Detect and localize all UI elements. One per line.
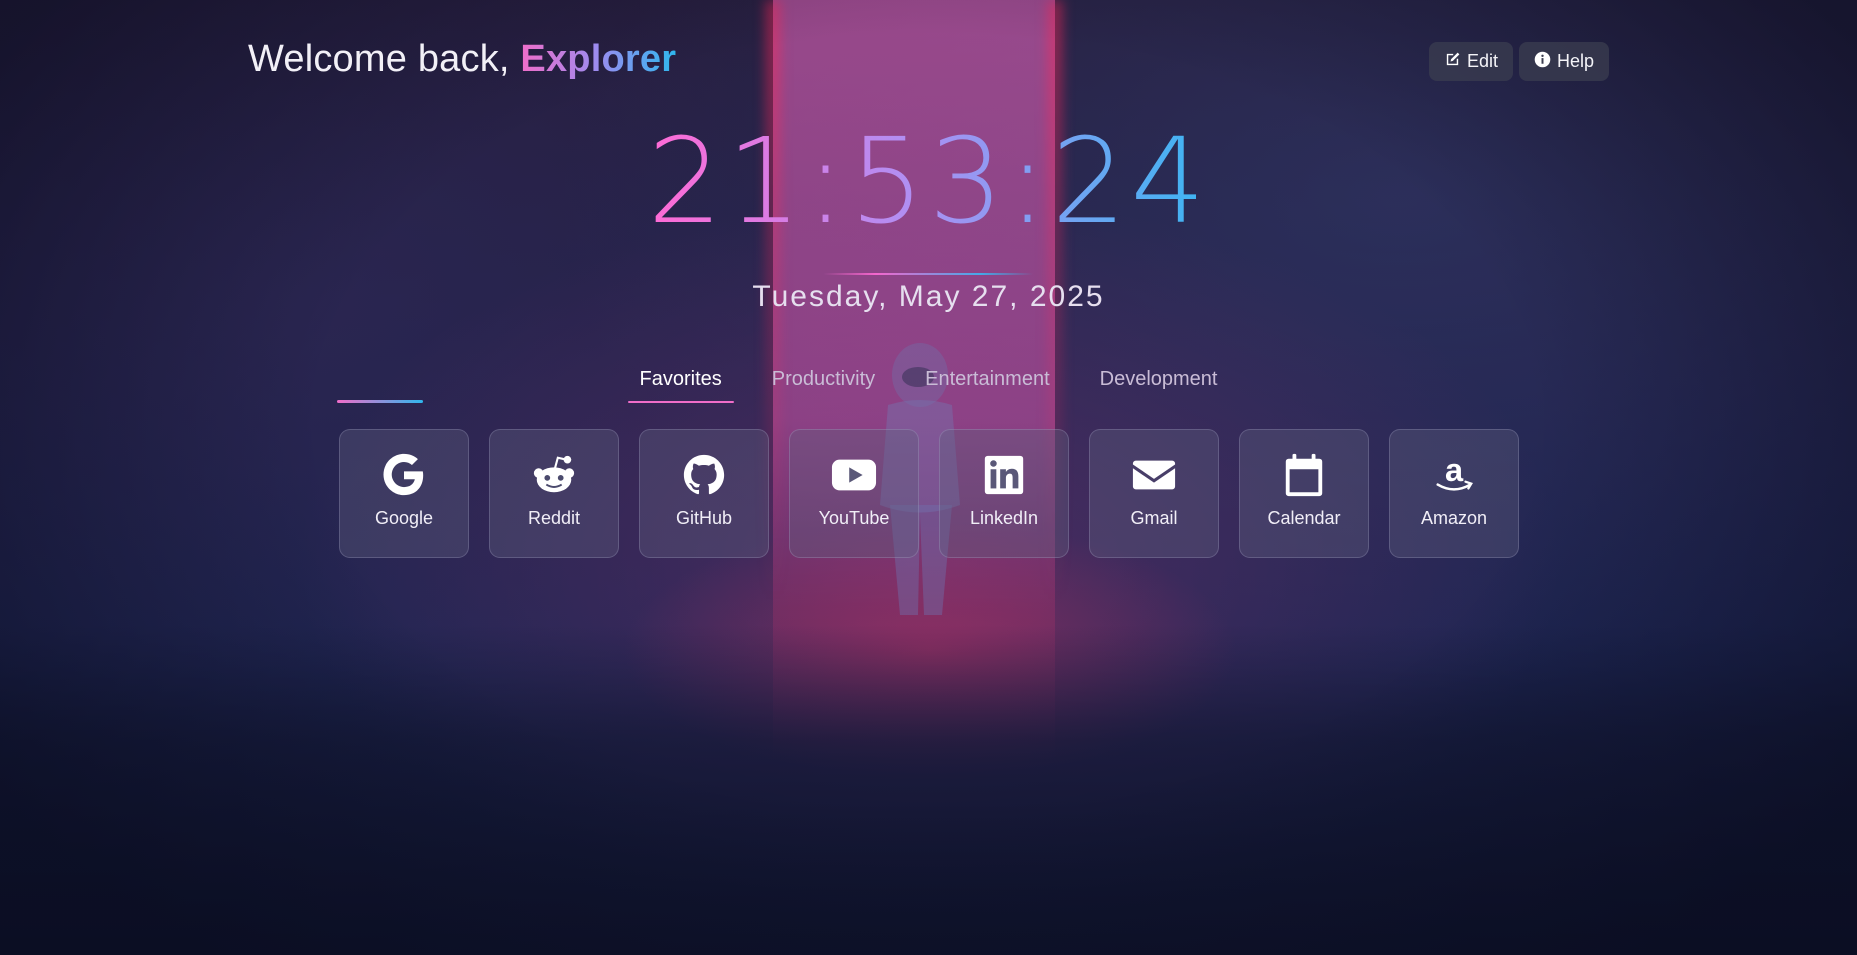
- greeting-prefix: Welcome back,: [248, 38, 521, 80]
- linkedin-icon: [981, 452, 1027, 498]
- shortcut-linkedin[interactable]: LinkedIn: [939, 429, 1069, 558]
- shortcut-amazon[interactable]: a Amazon: [1389, 429, 1519, 558]
- shortcut-label: Reddit: [527, 508, 581, 528]
- envelope-icon: [1131, 452, 1177, 498]
- tab-productivity[interactable]: Productivity: [760, 364, 887, 403]
- shortcut-calendar[interactable]: Calendar: [1239, 429, 1369, 558]
- clock-divider: [823, 273, 1033, 275]
- amazon-icon: a: [1431, 452, 1477, 498]
- info-icon: [1534, 51, 1551, 73]
- reddit-icon: [531, 452, 577, 498]
- shortcut-label: YouTube: [818, 508, 890, 528]
- svg-text:a: a: [1445, 452, 1464, 488]
- shortcut-youtube[interactable]: YouTube: [789, 429, 919, 558]
- shortcut-reddit[interactable]: Reddit: [489, 429, 619, 558]
- shortcut-label: Google: [374, 508, 434, 528]
- tab-development[interactable]: Development: [1088, 364, 1230, 403]
- current-date: Tuesday, May 27, 2025: [752, 280, 1105, 313]
- user-name: Explorer: [520, 38, 677, 80]
- tab-entertainment[interactable]: Entertainment: [913, 364, 1062, 403]
- shortcut-google[interactable]: Google: [339, 429, 469, 558]
- github-icon: [681, 452, 727, 498]
- youtube-icon: [831, 452, 877, 498]
- edit-button[interactable]: Edit: [1428, 42, 1513, 81]
- edit-icon: [1444, 51, 1461, 73]
- shortcut-label: Gmail: [1130, 508, 1178, 528]
- help-label: Help: [1556, 51, 1594, 71]
- shortcut-label: Calendar: [1267, 508, 1341, 528]
- shortcut-gmail[interactable]: Gmail: [1089, 429, 1219, 558]
- shortcut-label: Amazon: [1420, 508, 1488, 528]
- calendar-icon: [1281, 452, 1327, 498]
- help-button[interactable]: Help: [1518, 42, 1609, 81]
- shortcut-label: GitHub: [675, 508, 733, 528]
- top-actions: Edit Help: [1428, 42, 1609, 81]
- clock-time: 21:53:24: [0, 122, 1857, 240]
- welcome-greeting: Welcome back, Explorer: [248, 38, 676, 81]
- google-icon: [381, 452, 427, 498]
- shortcut-label: LinkedIn: [969, 508, 1039, 528]
- category-tabs: Favorites Productivity Entertainment Dev…: [0, 364, 1857, 403]
- edit-label: Edit: [1466, 51, 1498, 71]
- clock-digits: 21:53:24: [647, 112, 1210, 250]
- shortcut-github[interactable]: GitHub: [639, 429, 769, 558]
- shortcut-grid: Google Reddit GitHub YouTube LinkedIn Gm…: [339, 429, 1519, 558]
- tab-favorites[interactable]: Favorites: [627, 364, 735, 403]
